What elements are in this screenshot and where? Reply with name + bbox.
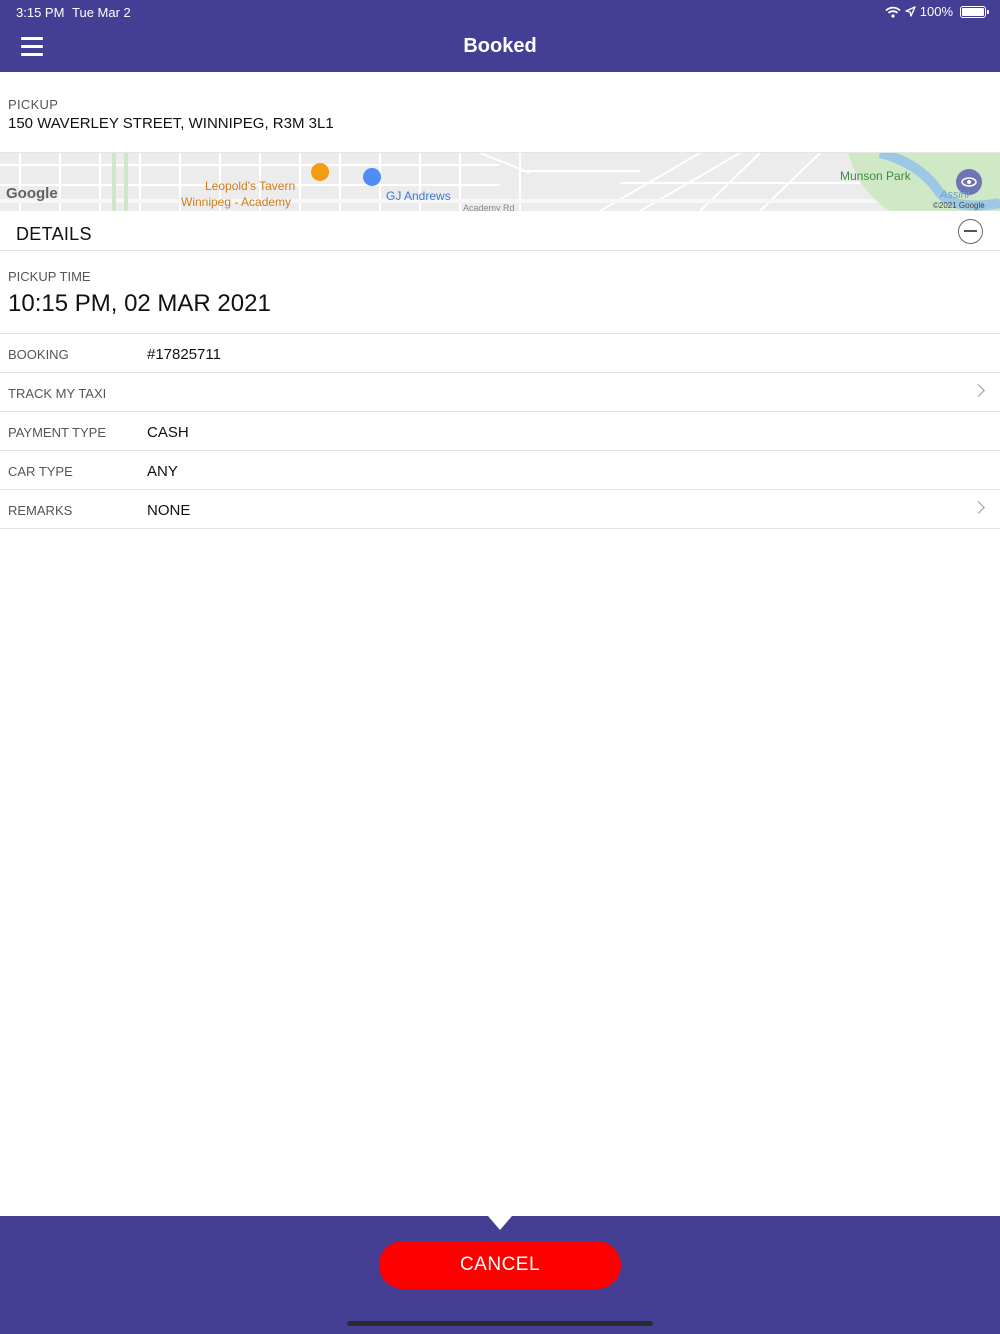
payment-type-row: PAYMENT TYPE CASH [0,412,1000,451]
chevron-right-icon [972,501,985,514]
top-bar: 3:15 PM Tue Mar 2 100% Booked [0,0,1000,72]
pickup-time-section: PICKUP TIME 10:15 PM, 02 MAR 2021 [0,251,1000,334]
page-title: Booked [463,35,537,57]
wifi-icon [885,6,901,18]
collapse-minus-icon[interactable] [958,219,983,244]
car-type-label: CAR TYPE [8,464,73,479]
booking-value: #17825711 [147,346,221,363]
map-place-munson-park: Munson Park [840,169,911,183]
pickup-section: PICKUP 150 WAVERLEY STREET, WINNIPEG, R3… [0,72,1000,153]
battery-percent: 100% [919,4,953,19]
status-time: 3:15 PM [16,5,65,20]
booking-row: BOOKING #17825711 [0,334,1000,373]
pickup-address: 150 WAVERLEY STREET, WINNIPEG, R3M 3L1 [8,115,334,132]
map-view[interactable]: Google Leopold's Tavern Winnipeg - Acade… [0,153,1000,211]
booking-label: BOOKING [8,347,69,362]
pickup-label: PICKUP [8,97,59,112]
map-river-label: Assini [940,189,970,201]
track-my-taxi-row[interactable]: TRACK MY TAXI [0,373,1000,412]
pickup-time-value: 10:15 PM, 02 MAR 2021 [8,290,271,317]
payment-type-value: CASH [147,424,189,441]
map-street-label: Academy Rd [463,203,515,211]
location-arrow-icon [905,6,916,17]
remarks-value: NONE [147,502,191,519]
car-type-row: CAR TYPE ANY [0,451,1000,490]
car-type-value: ANY [147,463,178,480]
track-my-taxi-label: TRACK MY TAXI [8,386,107,401]
map-place-leopolds-line2: Winnipeg - Academy [181,195,292,209]
cancel-button[interactable]: CANCEL [379,1241,621,1289]
details-title: DETAILS [16,224,92,244]
map-place-leopolds-line1: Leopold's Tavern [205,179,296,193]
status-indicators: 100% [885,4,989,19]
map-google-logo: Google [6,185,58,202]
remarks-label: REMARKS [8,503,73,518]
map-place-gj-andrews: GJ Andrews [386,189,451,203]
pickup-time-label: PICKUP TIME [8,269,91,284]
status-date: Tue Mar 2 [72,5,131,20]
chevron-right-icon [972,384,985,397]
home-indicator[interactable] [347,1321,653,1326]
battery-icon [960,5,989,18]
payment-type-label: PAYMENT TYPE [8,425,107,440]
remarks-row[interactable]: REMARKS NONE [0,490,1000,529]
map-copyright: ©2021 Google [933,201,985,210]
bottom-notch [488,1216,512,1230]
details-header: DETAILS [0,212,1000,251]
